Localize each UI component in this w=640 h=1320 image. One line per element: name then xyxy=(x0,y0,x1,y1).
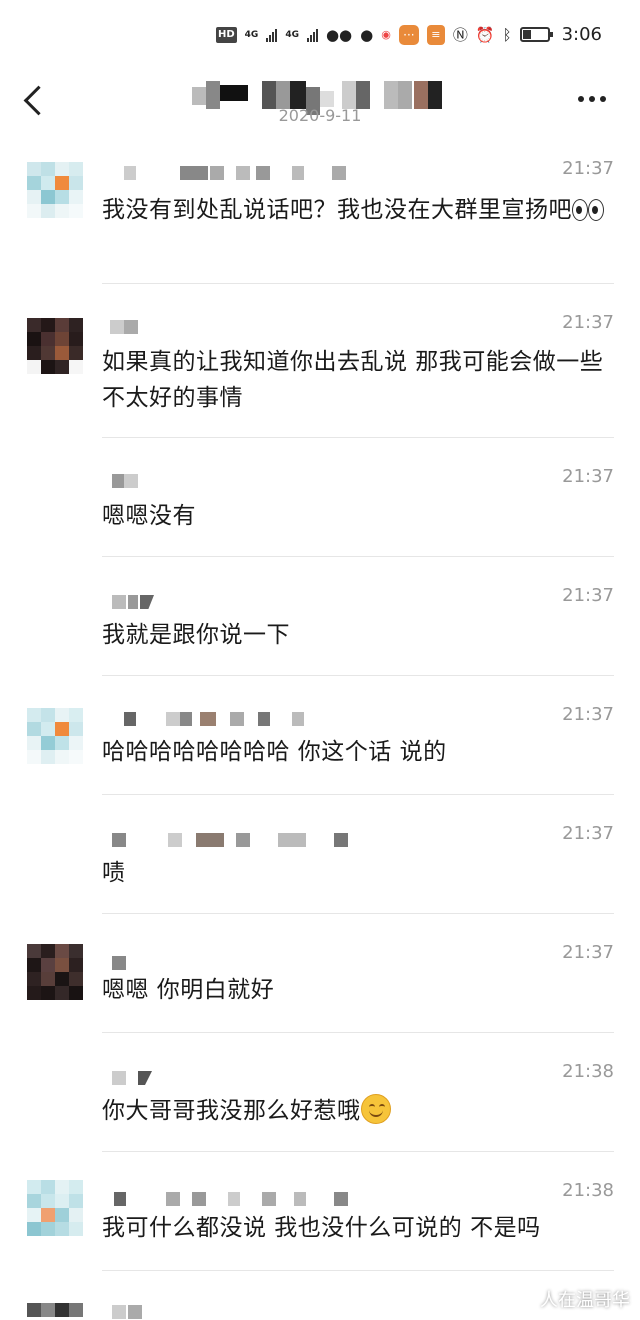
avatar[interactable] xyxy=(27,318,83,374)
notification-icon: ◉ xyxy=(381,27,391,41)
message-time: 21:37 xyxy=(562,942,614,963)
alarm-icon: ⏰ xyxy=(475,25,495,44)
chat-bubble-icon: ● xyxy=(360,25,374,44)
message-text: 我可什么都没说 我也没什么可说的 不是吗 xyxy=(102,1215,541,1241)
watermark: 人在温哥华 xyxy=(540,1290,630,1311)
sender-name-pixelated xyxy=(106,1071,166,1085)
network-4g-label: 4G xyxy=(244,29,259,40)
sender-name-pixelated xyxy=(106,320,166,334)
avatar[interactable] xyxy=(27,944,83,1000)
list-item: 21:37 啧 xyxy=(0,817,640,917)
divider xyxy=(102,794,614,795)
avatar[interactable] xyxy=(27,708,83,764)
message-text: 我没有到处乱说话吧？我也没在大群里宣扬吧 xyxy=(102,192,622,228)
bluetooth-icon: ᛒ xyxy=(502,25,512,44)
list-item: 21:37 嗯嗯没有 xyxy=(0,460,640,570)
nfc-icon: Ⓝ xyxy=(452,25,468,44)
avatar[interactable] xyxy=(27,162,83,218)
message-text: 你大哥哥我没那么好惹哦 xyxy=(102,1093,622,1129)
wechat-icon: ●● xyxy=(325,25,353,44)
more-icon[interactable] xyxy=(578,90,610,108)
sender-name-pixelated xyxy=(106,712,306,726)
divider xyxy=(102,283,614,284)
sender-name-pixelated xyxy=(106,1192,366,1206)
sender-name-pixelated xyxy=(106,595,166,609)
divider xyxy=(102,437,614,438)
message-time: 21:37 xyxy=(562,312,614,333)
chat-date: 2020-9-11 xyxy=(278,106,362,125)
signal-icon-2 xyxy=(306,28,318,42)
divider xyxy=(102,913,614,914)
status-time: 3:06 xyxy=(561,24,602,45)
message-time: 21:37 xyxy=(562,466,614,487)
sender-name-pixelated xyxy=(106,833,366,847)
list-item: 21:37 嗯嗯 你明白就好 xyxy=(0,936,640,1036)
message-time: 21:38 xyxy=(562,1180,614,1201)
message-text: 嗯嗯 你明白就好 xyxy=(102,977,275,1003)
sender-name-pixelated xyxy=(106,474,166,488)
message-app-icon: ··· xyxy=(398,24,419,45)
divider xyxy=(102,556,614,557)
avatar[interactable] xyxy=(27,1180,83,1236)
signal-icon xyxy=(266,28,278,42)
message-time: 21:37 xyxy=(562,585,614,606)
list-item: 21:38 你大哥哥我没那么好惹哦 xyxy=(0,1055,640,1165)
status-bar: HD 4G 4G ●● ● ◉ ··· ≡ Ⓝ ⏰ ᛒ 3:06 xyxy=(0,0,640,70)
battery-icon xyxy=(519,27,553,42)
divider xyxy=(102,1151,614,1152)
notes-app-icon: ≡ xyxy=(426,24,445,45)
list-item: 21:37 我就是跟你说一下 xyxy=(0,579,640,679)
message-time: 21:37 xyxy=(562,823,614,844)
message-text: 啧 xyxy=(102,860,126,886)
message-time: 21:37 xyxy=(562,158,614,179)
list-item: 21:37 我没有到处乱说话吧？我也没在大群里宣扬吧 xyxy=(0,152,640,282)
list-item: 21:37 如果真的让我知道你出去乱说 那我可能会做一些不太好的事情 xyxy=(0,306,640,436)
title-bar: 2020-9-11 xyxy=(0,70,640,130)
list-item: 21:38 我可什么都没说 我也没什么可说的 不是吗 xyxy=(0,1174,640,1274)
message-text: 哈哈哈哈哈哈哈哈 你这个话 说的 xyxy=(102,739,447,765)
divider xyxy=(102,1270,614,1271)
message-text: 我就是跟你说一下 xyxy=(102,622,290,648)
message-time: 21:38 xyxy=(562,1061,614,1082)
message-text: 嗯嗯没有 xyxy=(102,503,196,529)
message-text: 如果真的让我知道你出去乱说 那我可能会做一些不太好的事情 xyxy=(102,349,604,411)
sender-name-pixelated xyxy=(106,166,366,180)
sender-name-pixelated xyxy=(106,1305,166,1319)
hd-icon: HD xyxy=(215,26,237,43)
sender-name-pixelated xyxy=(106,956,146,970)
network-4g-label-2: 4G xyxy=(285,29,299,40)
eyes-emoji-icon xyxy=(572,199,604,221)
divider xyxy=(102,675,614,676)
divider xyxy=(102,1032,614,1033)
avatar[interactable] xyxy=(27,1303,83,1320)
list-item: 21:37 哈哈哈哈哈哈哈哈 你这个话 说的 xyxy=(0,698,640,798)
smile-emoji-icon xyxy=(360,1094,391,1124)
message-time: 21:37 xyxy=(562,704,614,725)
